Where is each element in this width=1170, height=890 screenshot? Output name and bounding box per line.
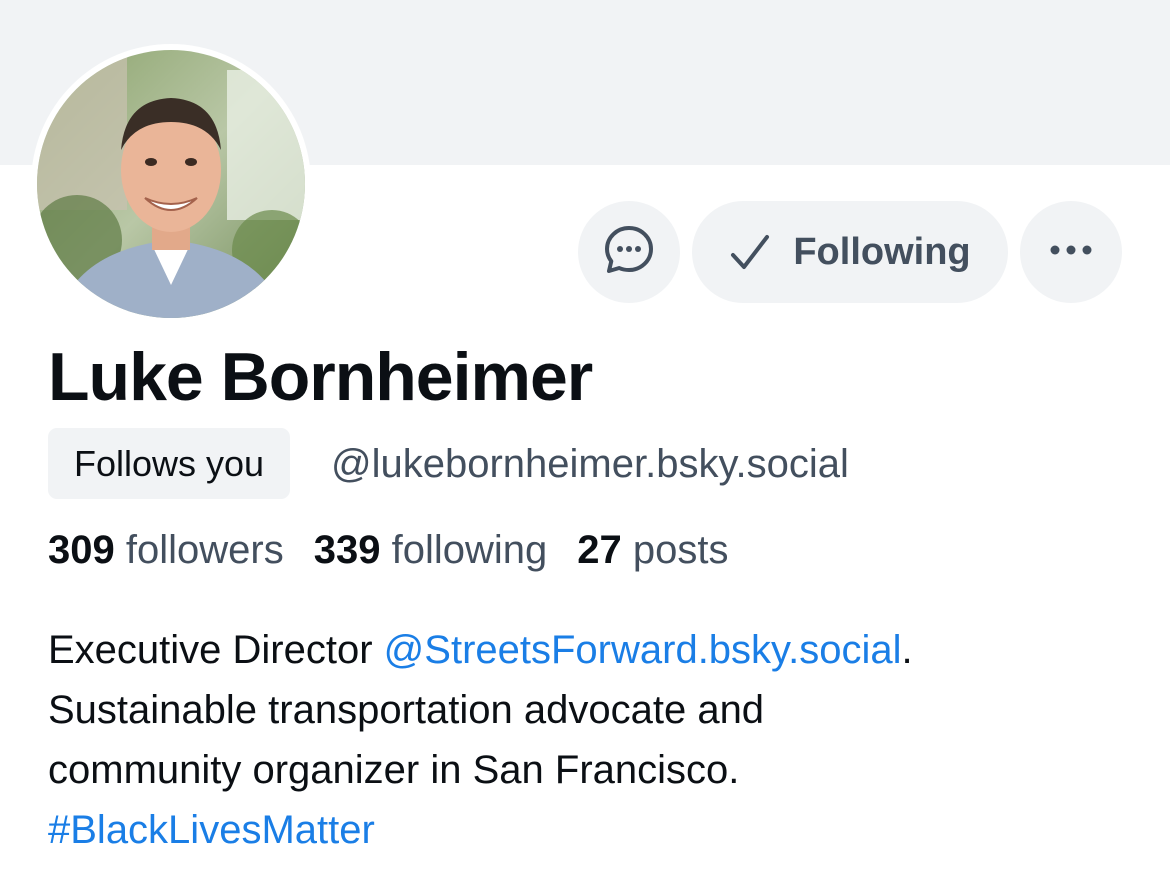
- followers-label: followers: [125, 528, 284, 572]
- bio-line-1: Executive Director @StreetsForward.bsky.…: [48, 620, 1148, 680]
- profile-handle[interactable]: @lukebornheimer.bsky.social: [331, 442, 849, 487]
- following-button[interactable]: Following: [692, 201, 1008, 303]
- ellipsis-icon: [1049, 243, 1093, 261]
- profile-photo-icon: [37, 50, 305, 318]
- follows-you-badge: Follows you: [48, 428, 291, 499]
- followers-count: 309: [48, 528, 115, 572]
- bio-mention-link[interactable]: @StreetsForward.bsky.social: [384, 628, 902, 672]
- profile-stats: 309 followers 339 following 27 posts: [48, 528, 728, 573]
- following-label: Following: [793, 230, 971, 273]
- following-count: 339: [313, 528, 381, 572]
- avatar-photo: [37, 50, 305, 318]
- chat-bubble-icon: [601, 222, 657, 283]
- bio-line-2: Sustainable transportation advocate and: [48, 688, 765, 732]
- posts-stat: 27 posts: [577, 528, 728, 573]
- posts-label: posts: [632, 528, 729, 572]
- bio-line-3: community organizer in San Francisco.: [48, 748, 740, 792]
- profile-page: Following Luke Bornheimer Follows you @l…: [0, 0, 1170, 890]
- following-stat[interactable]: 339 following: [314, 528, 548, 573]
- bio-period: .: [901, 628, 913, 672]
- message-button[interactable]: [578, 201, 680, 303]
- bio-hashtag-link[interactable]: #BlackLivesMatter: [48, 800, 1148, 860]
- display-name: Luke Bornheimer: [48, 339, 593, 415]
- more-options-button[interactable]: [1020, 201, 1122, 303]
- avatar[interactable]: [31, 44, 311, 324]
- followers-stat[interactable]: 309 followers: [48, 528, 284, 573]
- following-stat-label: following: [391, 528, 548, 572]
- checkmark-icon: [729, 231, 771, 273]
- profile-bio: Executive Director @StreetsForward.bsky.…: [48, 620, 1148, 860]
- bio-text: Executive Director: [48, 628, 384, 672]
- posts-count: 27: [577, 528, 622, 572]
